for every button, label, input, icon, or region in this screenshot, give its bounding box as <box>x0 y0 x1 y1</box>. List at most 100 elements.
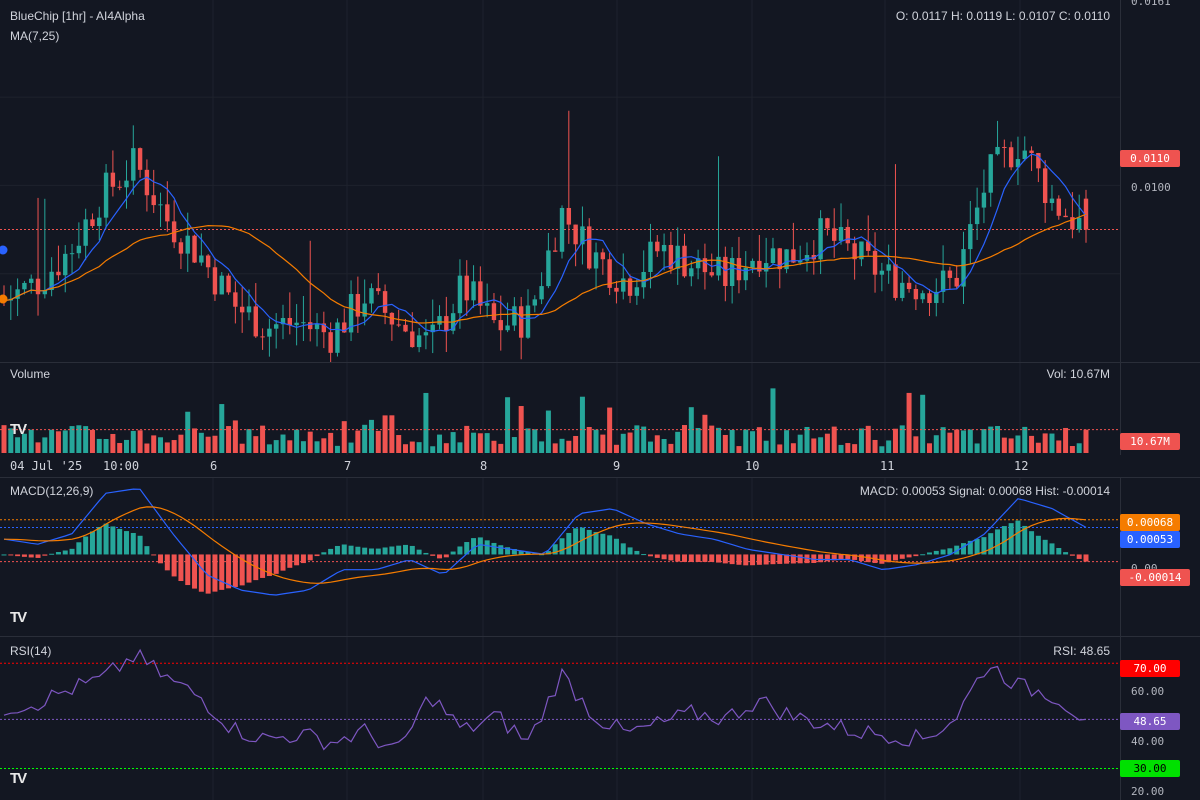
volume-bar <box>1001 437 1007 453</box>
macd-scale[interactable]: 0.00 <box>1120 478 1200 636</box>
candle-body <box>1029 150 1034 154</box>
volume-bar <box>341 421 347 453</box>
macd-hist-bar <box>736 554 742 565</box>
volume-tag: 10.67M <box>1120 433 1180 450</box>
macd-hist-bar <box>573 528 579 555</box>
volume-bar <box>117 443 123 453</box>
time-label-9: 9 <box>613 459 621 473</box>
candle-body <box>185 235 190 254</box>
macd-hist-bar <box>144 546 150 555</box>
macd-hist-bar <box>362 547 368 555</box>
candle-body <box>233 292 238 307</box>
volume-chart[interactable] <box>0 363 1120 455</box>
volume-bar <box>443 443 449 453</box>
volume-bar <box>219 404 225 453</box>
candle-body <box>355 294 361 317</box>
macd-hist-bar <box>260 554 266 578</box>
volume-bar <box>552 443 558 453</box>
candle-body <box>729 258 735 287</box>
volume-bar <box>130 430 136 453</box>
rsi-pane[interactable]: RSI(14) RSI: 48.65 TV 60.00 40.00 20.00 … <box>0 637 1200 800</box>
candle-body <box>832 228 837 241</box>
signal-line <box>3 506 1087 584</box>
candle-body <box>97 217 102 227</box>
macd-hist-bar <box>307 554 313 561</box>
candle-body <box>437 316 442 325</box>
macd-hist-bar <box>620 543 626 555</box>
volume-bar <box>647 441 653 453</box>
volume-pane[interactable]: Volume Vol: 10.67M TV 10.67M <box>0 363 1200 455</box>
macd-hist-bar <box>49 553 55 555</box>
macd-pane[interactable]: MACD(12,26,9) MACD: 0.00053 Signal: 0.00… <box>0 478 1200 636</box>
candle-body <box>872 250 878 275</box>
macd-hist-bar <box>280 554 286 571</box>
volume-bar <box>790 443 796 453</box>
candle-body <box>763 263 769 272</box>
candle-body <box>117 186 122 188</box>
candle-body <box>634 287 640 296</box>
volume-bar <box>416 442 422 453</box>
price-scale[interactable]: 0.0161 0.0100 <box>1120 0 1200 362</box>
macd-hist-bar <box>743 554 749 566</box>
time-label-8: 8 <box>480 459 488 473</box>
macd-hist-bar <box>961 543 967 555</box>
candle-body <box>444 316 449 331</box>
macd-hist-bar <box>450 551 456 555</box>
volume-bar <box>212 435 218 453</box>
candle-body <box>974 207 980 225</box>
volume-bar <box>879 446 885 453</box>
candle-body <box>131 148 136 181</box>
volume-bar <box>300 441 306 453</box>
volume-bar <box>294 429 300 453</box>
candle-body <box>471 281 476 301</box>
volume-bar <box>253 436 259 453</box>
macd-hist-bar <box>892 554 898 561</box>
candle-body <box>825 218 830 229</box>
price-pane[interactable]: BlueChip [1hr] - AI4Alpha MA(7,25) O: 0.… <box>0 0 1200 362</box>
volume-bar <box>736 446 742 453</box>
macd-hist-bar <box>1056 548 1062 555</box>
macd-hist-bar <box>178 554 184 582</box>
volume-bar <box>784 430 790 453</box>
candle-body <box>525 305 531 338</box>
time-axis[interactable]: 04 Jul '25 10:00 6 7 8 9 10 11 12 <box>0 455 1120 477</box>
volume-bar <box>287 440 293 453</box>
candle-body <box>661 244 667 252</box>
macd-hist-tag: -0.00014 <box>1120 569 1190 586</box>
price-tick-top: 0.0161 <box>1131 0 1171 8</box>
rsi-chart[interactable] <box>0 637 1120 800</box>
volume-bar <box>906 392 912 453</box>
candle-body <box>913 289 919 300</box>
volume-bar <box>947 432 953 453</box>
candle-body <box>90 219 95 227</box>
volume-bar <box>328 432 334 453</box>
volume-bar <box>457 442 463 453</box>
rsi-label: RSI(14) <box>10 644 52 658</box>
candle-body <box>69 253 75 255</box>
volume-bar <box>42 437 48 453</box>
volume-bar <box>1029 435 1035 453</box>
price-chart[interactable] <box>0 0 1120 362</box>
candle-body <box>396 324 401 326</box>
macd-hist-bar <box>702 554 708 562</box>
candle-body <box>981 192 987 208</box>
candle-body <box>1076 217 1082 230</box>
macd-hist-bar <box>818 554 824 563</box>
volume-bar <box>872 439 878 453</box>
volume-bar <box>368 419 374 453</box>
macd-hist-bar <box>137 535 143 555</box>
time-label-6: 6 <box>210 459 218 473</box>
candle-body <box>362 303 367 317</box>
volume-bar <box>355 430 361 453</box>
candle-body <box>294 322 299 326</box>
candle-body <box>212 267 218 295</box>
macd-hist-bar <box>123 531 129 555</box>
macd-chart[interactable] <box>0 478 1120 636</box>
volume-bar <box>273 440 279 453</box>
volume-bar <box>15 437 21 453</box>
volume-bar <box>668 443 674 453</box>
volume-bar <box>362 424 368 453</box>
volume-bar <box>886 440 892 453</box>
candle-body <box>192 235 197 263</box>
time-label-1000: 10:00 <box>103 459 140 473</box>
